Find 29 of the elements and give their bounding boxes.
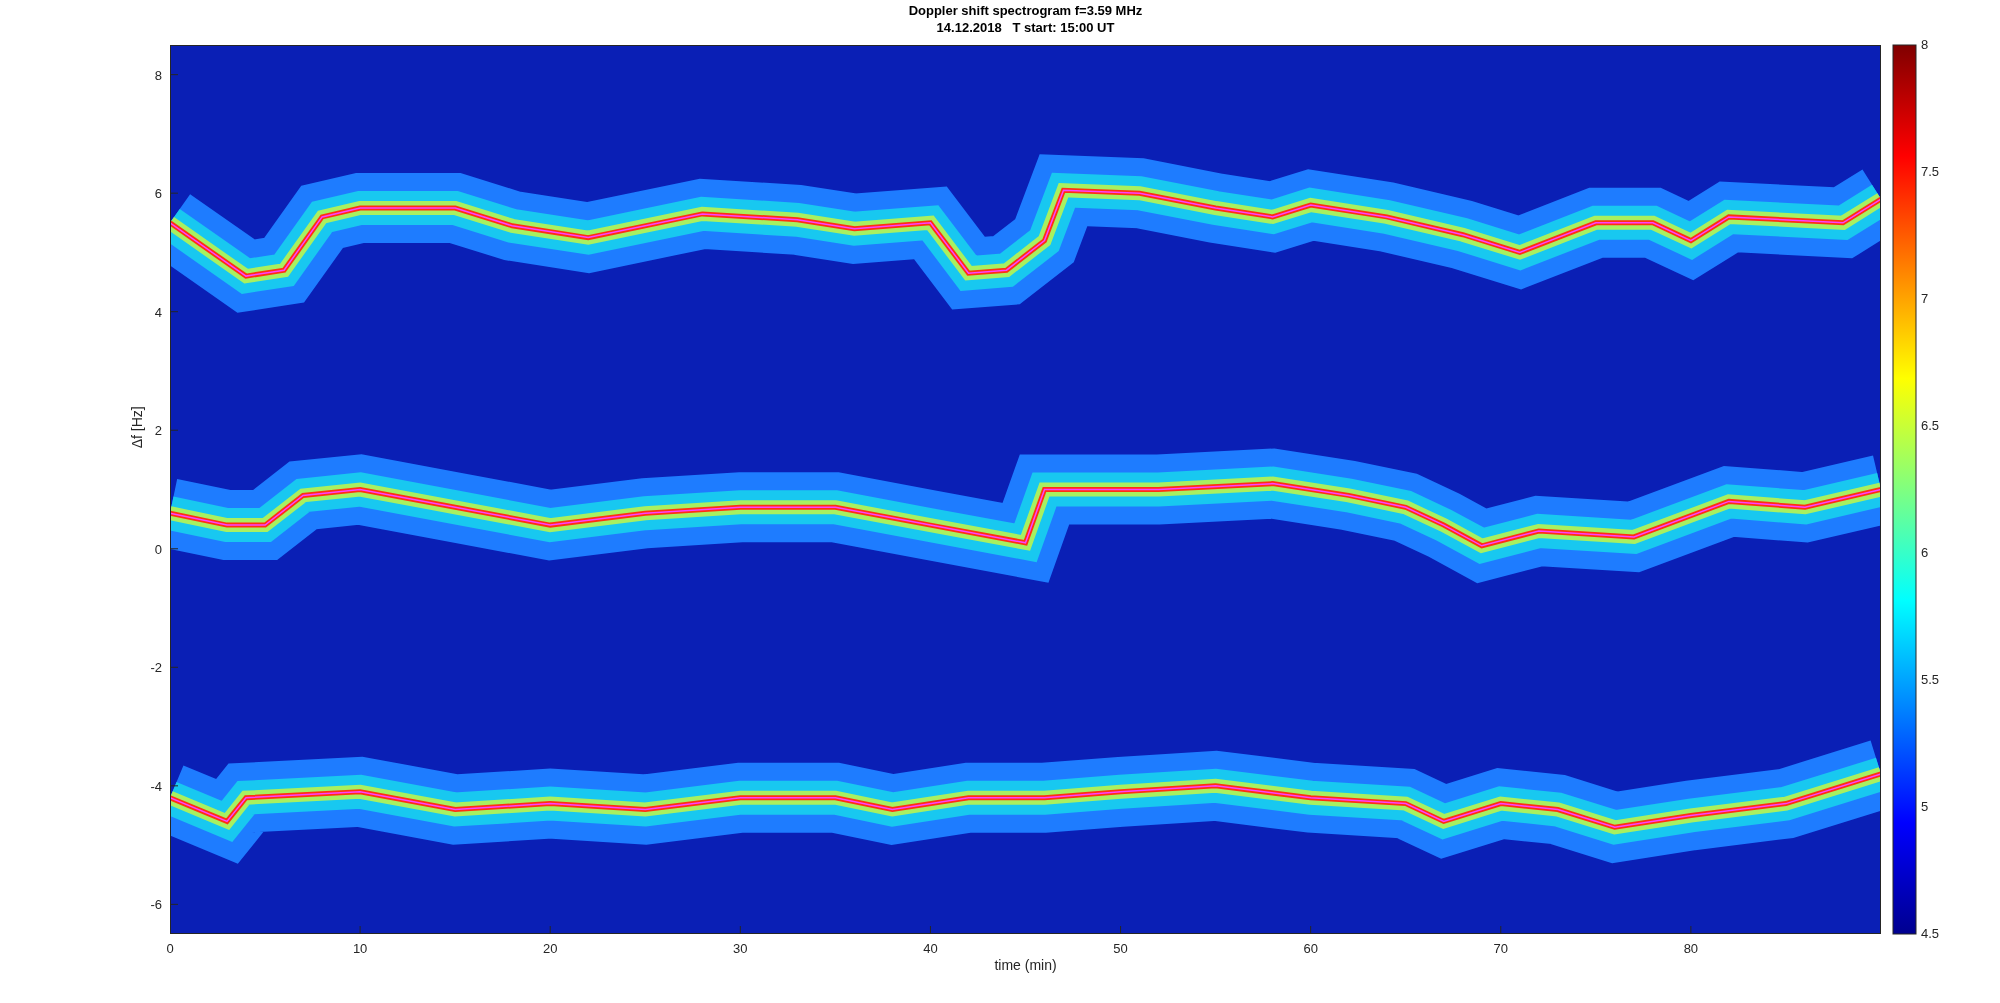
x-tick-label: 80: [1683, 941, 1699, 956]
y-tick-label: -2: [150, 660, 162, 676]
chart-subtitle: 14.12.2018 T start: 15:00 UT: [936, 20, 1115, 35]
colorbar-tick-label: 6.5: [1921, 418, 1940, 433]
x-tick-label: 10: [352, 941, 368, 956]
x-tick-label: 60: [1303, 941, 1318, 956]
colorbar-tick-label: 4.5: [1921, 926, 1940, 941]
x-tick-label: 50: [1113, 941, 1128, 956]
y-tick-label: -6: [150, 897, 162, 913]
x-tick-label: 20: [543, 941, 558, 956]
y-tick-label: -4: [150, 778, 162, 794]
x-tick-label: 30: [733, 941, 748, 956]
y-tick-label: 8: [154, 67, 162, 83]
colorbar-tick-label: 7: [1921, 291, 1929, 306]
y-tick-label: 4: [154, 304, 162, 320]
y-tick-label: 6: [154, 186, 162, 202]
colorbar-tick-label: 6: [1921, 545, 1929, 560]
y-axis-label: Δf [Hz]: [129, 406, 145, 449]
y-tick-label: 2: [154, 423, 162, 439]
chart-title: Doppler shift spectrogram f=3.59 MHz: [908, 3, 1143, 18]
colorbar-tick-label: 5.5: [1921, 672, 1940, 687]
x-tick-label: 0: [166, 941, 174, 956]
colorbar-tick-label: 8: [1921, 37, 1929, 52]
y-tick-label: 0: [154, 541, 162, 557]
x-tick-label: 40: [923, 941, 938, 956]
x-axis-label: time (min): [994, 957, 1057, 973]
colorbar-tick-label: 7.5: [1921, 164, 1940, 179]
x-tick-label: 70: [1493, 941, 1508, 956]
colorbar-tick-label: 5: [1921, 799, 1929, 814]
